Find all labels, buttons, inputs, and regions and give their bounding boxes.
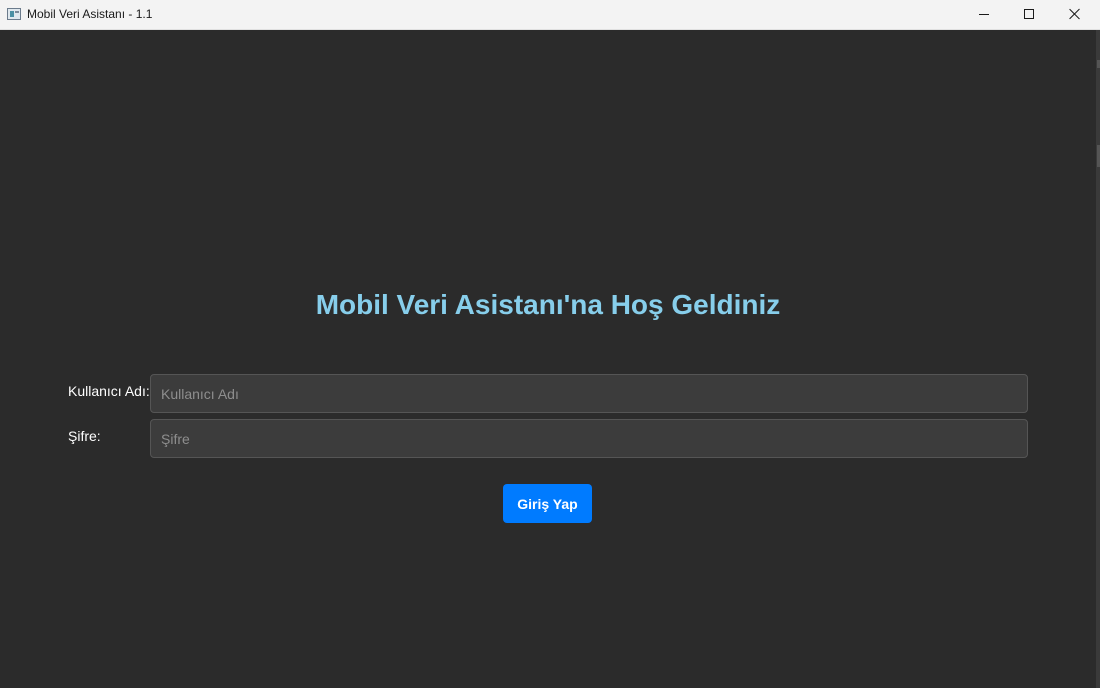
password-input[interactable] bbox=[150, 419, 1028, 458]
username-label: Kullanıcı Adı: bbox=[68, 383, 150, 399]
minimize-button[interactable] bbox=[961, 0, 1007, 29]
login-button[interactable]: Giriş Yap bbox=[503, 484, 592, 523]
title-bar[interactable]: Mobil Veri Asistanı - 1.1 bbox=[0, 0, 1100, 30]
close-icon bbox=[1069, 8, 1081, 20]
window-title: Mobil Veri Asistanı - 1.1 bbox=[27, 7, 153, 21]
minimize-icon bbox=[979, 14, 989, 15]
close-button[interactable] bbox=[1052, 0, 1098, 29]
username-input[interactable] bbox=[150, 374, 1028, 413]
window-edge bbox=[1096, 30, 1100, 688]
maximize-button[interactable] bbox=[1006, 0, 1052, 29]
welcome-heading: Mobil Veri Asistanı'na Hoş Geldiniz bbox=[315, 289, 781, 320]
password-label: Şifre: bbox=[68, 428, 101, 444]
app-window-icon bbox=[7, 8, 21, 20]
app-window: Mobil Veri Asistanı - 1.1 Mobil Veri Asi… bbox=[0, 0, 1100, 688]
maximize-icon bbox=[1024, 9, 1034, 19]
